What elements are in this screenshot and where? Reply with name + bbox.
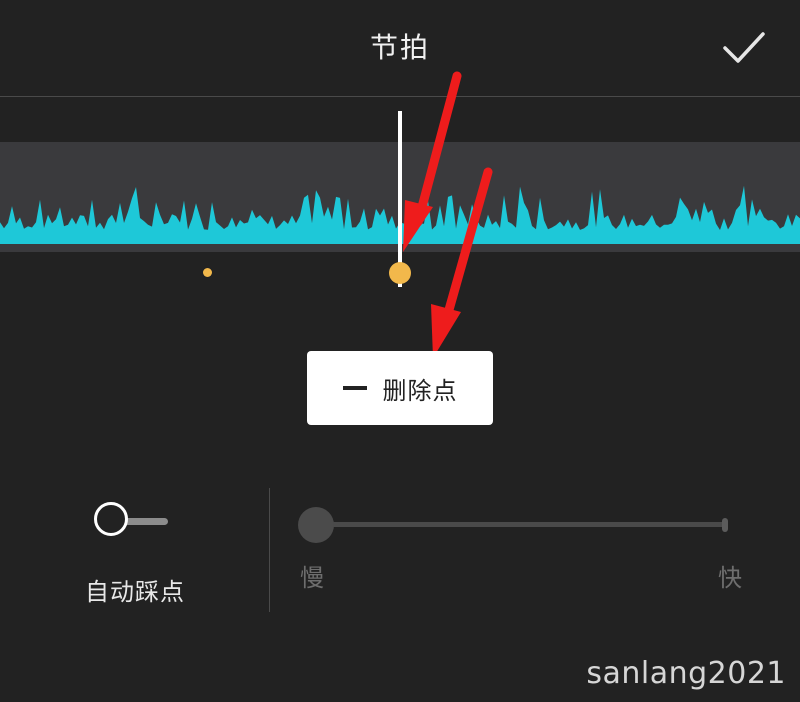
minus-icon [342, 386, 367, 390]
beat-marker[interactable] [203, 268, 212, 277]
checkmark-icon [723, 32, 765, 63]
delete-beat-label: 删除点 [382, 376, 458, 405]
page-title: 节拍 [369, 31, 430, 64]
beat-marker-selected[interactable] [389, 262, 411, 284]
speed-slider-track[interactable] [316, 522, 728, 527]
speed-slow-label: 慢 [300, 564, 324, 592]
playhead[interactable] [398, 111, 402, 287]
confirm-button[interactable] [722, 30, 766, 66]
toggle-track [124, 518, 168, 525]
header-bar: 节拍 [0, 0, 800, 96]
toggle-knob [94, 502, 128, 536]
red-arrow-head [431, 304, 461, 358]
speed-slider-thumb[interactable] [298, 507, 334, 543]
watermark-text: sanlang2021 [586, 656, 786, 691]
delete-beat-button[interactable]: 删除点 [307, 351, 493, 425]
header-divider [0, 96, 800, 97]
auto-beat-label: 自动踩点 [85, 578, 185, 606]
section-divider [269, 488, 270, 612]
speed-slider-end [722, 518, 728, 532]
speed-fast-label: 快 [718, 564, 742, 592]
auto-beat-toggle[interactable] [94, 502, 176, 542]
